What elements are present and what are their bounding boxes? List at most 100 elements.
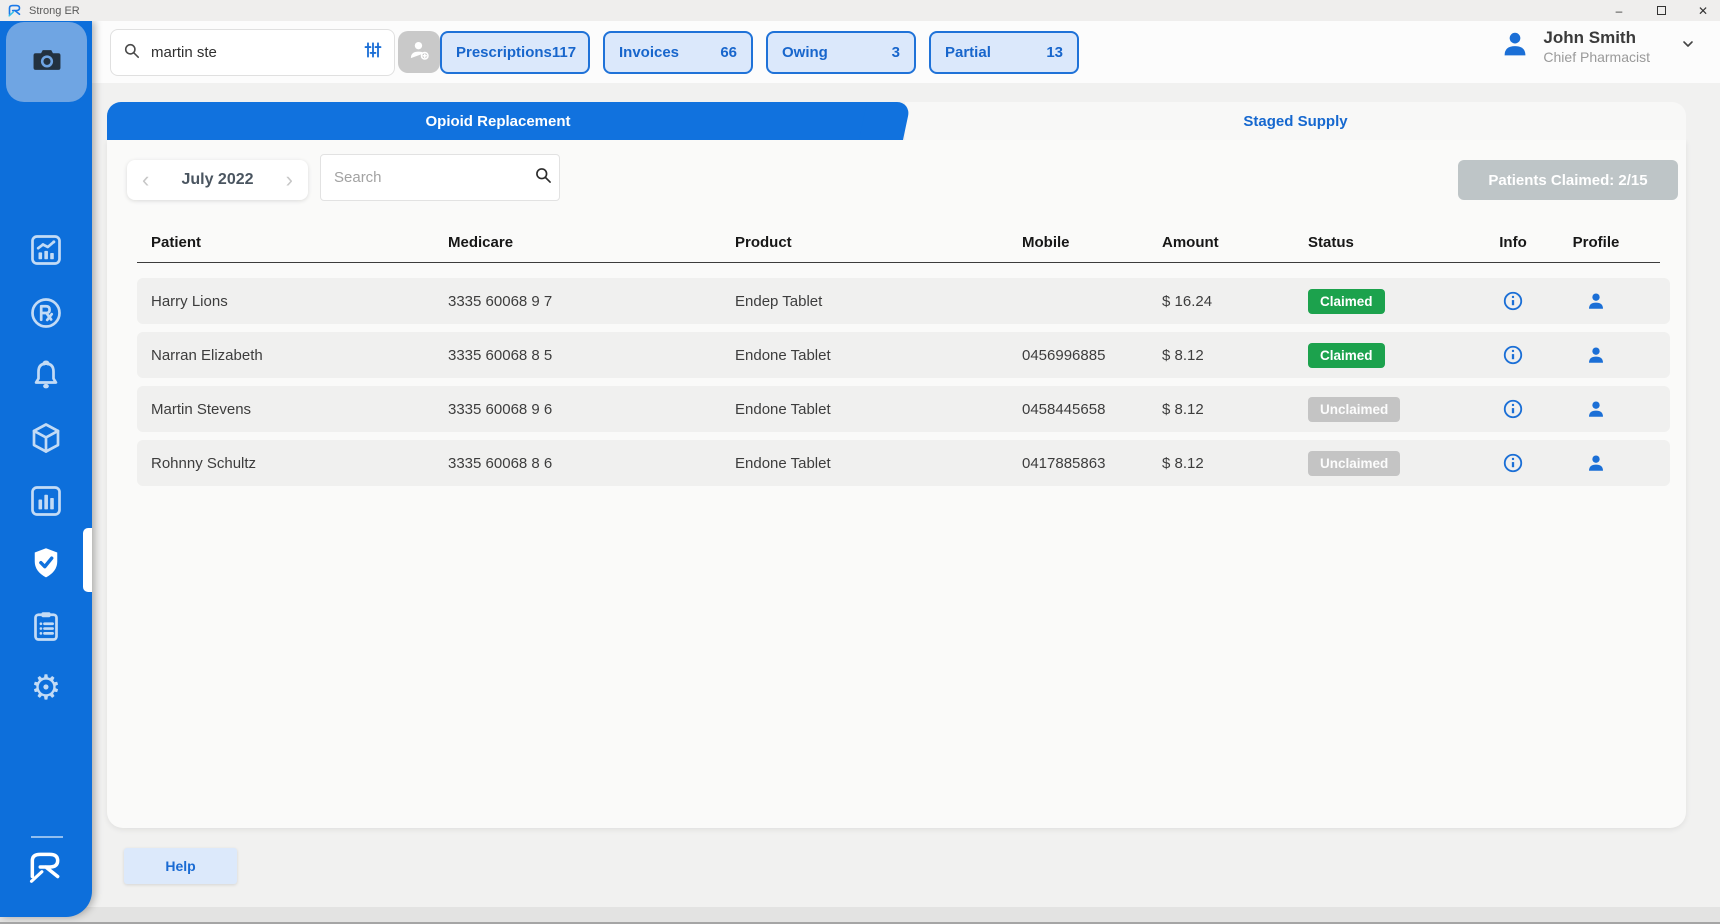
status-badge: Claimed <box>1308 289 1385 314</box>
window-title: Strong ER <box>29 5 80 17</box>
cell-profile <box>1552 290 1640 312</box>
info-button[interactable] <box>1502 344 1524 366</box>
cell-medicare: 3335 60068 9 7 <box>434 293 721 310</box>
profile-button[interactable] <box>1585 452 1607 474</box>
cell-medicare: 3335 60068 8 6 <box>434 455 721 472</box>
status-badge: Unclaimed <box>1308 397 1400 422</box>
inventory-icon <box>28 420 64 456</box>
table-header-divider <box>137 262 1660 263</box>
user-menu[interactable]: John Smith Chief Pharmacist <box>1499 28 1696 65</box>
cell-status: Unclaimed <box>1294 397 1474 422</box>
patient-search-box[interactable] <box>110 29 395 76</box>
sidebar-item-notifications[interactable] <box>27 356 65 394</box>
column-header-product: Product <box>721 234 1008 251</box>
cell-status: Unclaimed <box>1294 451 1474 476</box>
sidebar-item-settings[interactable]: ⚙ <box>27 669 65 707</box>
cell-info <box>1474 290 1552 312</box>
camera-button[interactable] <box>6 22 87 102</box>
table-row: Martin Stevens 3335 60068 9 6 Endone Tab… <box>137 386 1670 432</box>
search-icon <box>533 165 553 190</box>
avatar-icon <box>1499 28 1531 65</box>
add-patient-button[interactable] <box>398 31 440 73</box>
sidebar-item-inventory[interactable] <box>27 419 65 457</box>
sidebar-item-staged-supply[interactable] <box>27 544 65 582</box>
chip-count: 117 <box>552 44 576 61</box>
help-button[interactable]: Help <box>124 848 237 884</box>
close-button[interactable]: ✕ <box>1696 4 1710 18</box>
column-header-amount: Amount <box>1148 234 1294 251</box>
chip-invoices[interactable]: Invoices 66 <box>603 31 753 74</box>
table-search-box[interactable] <box>320 154 560 201</box>
cell-mobile: 0458445658 <box>1008 401 1148 418</box>
cell-amount: $ 8.12 <box>1148 347 1294 364</box>
sidebar-item-analytics[interactable] <box>27 231 65 269</box>
sidebar-item-reports[interactable] <box>27 482 65 520</box>
info-icon <box>1502 452 1524 474</box>
chip-count: 3 <box>892 44 900 61</box>
cell-patient: Harry Lions <box>137 293 434 310</box>
chip-prescriptions[interactable]: Prescriptions 117 <box>440 31 590 74</box>
info-button[interactable] <box>1502 452 1524 474</box>
column-header-info: Info <box>1474 234 1552 251</box>
chip-owing[interactable]: Owing 3 <box>766 31 916 74</box>
cell-medicare: 3335 60068 8 5 <box>434 347 721 364</box>
cell-patient: Rohnny Schultz <box>137 455 434 472</box>
profile-button[interactable] <box>1585 344 1607 366</box>
tab-opioid-replacement[interactable]: Opioid Replacement <box>107 102 889 140</box>
chevron-right-icon[interactable]: › <box>284 169 295 191</box>
cell-status: Claimed <box>1294 343 1474 368</box>
cell-patient: Narran Elizabeth <box>137 347 434 364</box>
maximize-button[interactable] <box>1654 4 1668 18</box>
camera-icon <box>30 43 64 82</box>
cell-patient: Martin Stevens <box>137 401 434 418</box>
table-row: Rohnny Schultz 3335 60068 8 6 Endone Tab… <box>137 440 1670 486</box>
minimize-button[interactable]: – <box>1612 4 1626 18</box>
column-header-status: Status <box>1294 234 1474 251</box>
tune-icon[interactable] <box>363 40 383 65</box>
cell-profile <box>1552 344 1640 366</box>
active-nav-indicator <box>83 528 92 592</box>
table-search-input[interactable] <box>334 169 533 186</box>
chip-partial[interactable]: Partial 13 <box>929 31 1079 74</box>
gear-icon: ⚙ <box>31 671 61 705</box>
cell-info <box>1474 344 1552 366</box>
info-icon <box>1502 344 1524 366</box>
table-header: Patient Medicare Product Mobile Amount S… <box>137 234 1670 251</box>
column-header-patient: Patient <box>137 234 434 251</box>
cell-info <box>1474 398 1552 420</box>
tab-staged-supply[interactable]: Staged Supply <box>905 102 1686 140</box>
profile-button[interactable] <box>1585 290 1607 312</box>
cell-product: Endone Tablet <box>721 455 1008 472</box>
chip-count: 13 <box>1046 44 1063 61</box>
profile-icon <box>1585 398 1607 420</box>
user-name: John Smith <box>1543 28 1650 48</box>
prescription-icon <box>28 295 64 331</box>
sidebar-item-records[interactable] <box>27 607 65 645</box>
table-row: Narran Elizabeth 3335 60068 8 5 Endone T… <box>137 332 1670 378</box>
titlebar: Strong ER – ✕ <box>0 0 1720 21</box>
maximize-icon <box>1657 6 1666 15</box>
user-role: Chief Pharmacist <box>1543 49 1650 65</box>
tab-label: Staged Supply <box>1243 113 1347 130</box>
info-button[interactable] <box>1502 290 1524 312</box>
patients-claimed-button[interactable]: Patients Claimed: 2/15 <box>1458 160 1678 200</box>
info-icon <box>1502 290 1524 312</box>
cell-product: Endep Tablet <box>721 293 1008 310</box>
sr-logo-icon <box>7 3 22 18</box>
info-button[interactable] <box>1502 398 1524 420</box>
cell-amount: $ 8.12 <box>1148 455 1294 472</box>
tab-bar: Opioid Replacement Staged Supply <box>107 102 1686 140</box>
profile-icon <box>1585 452 1607 474</box>
profile-button[interactable] <box>1585 398 1607 420</box>
analytics-icon <box>28 232 64 268</box>
cell-amount: $ 8.12 <box>1148 401 1294 418</box>
column-header-mobile: Mobile <box>1008 234 1148 251</box>
chevron-down-icon[interactable] <box>1680 36 1696 57</box>
person-add-icon <box>406 37 432 68</box>
sidebar-item-prescriptions[interactable] <box>27 294 65 332</box>
patient-search-input[interactable] <box>151 44 363 61</box>
chevron-left-icon[interactable]: ‹ <box>140 169 151 191</box>
cell-info <box>1474 452 1552 474</box>
status-badge: Unclaimed <box>1308 451 1400 476</box>
shield-check-icon <box>28 545 64 581</box>
